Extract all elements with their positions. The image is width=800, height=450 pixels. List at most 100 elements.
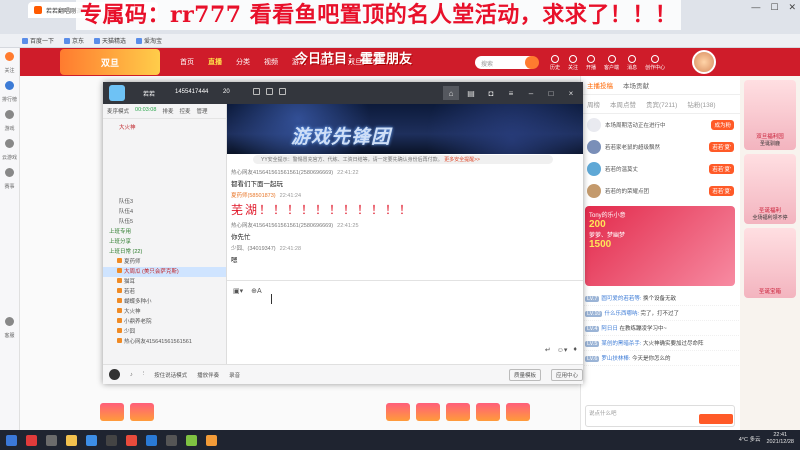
rank-row[interactable]: 本场周期活动正在进行中 成为粉	[581, 114, 740, 136]
gift-item[interactable]	[476, 403, 500, 421]
rank-row[interactable]: 若若家老鼠的超级飘然 若若'夏'	[581, 136, 740, 158]
safety-link[interactable]: 更多安全提醒>>	[444, 157, 480, 163]
channel-user[interactable]: 大周瓜 (美只会萨克斯)	[103, 267, 226, 277]
bookmark-item[interactable]: 百度一下	[22, 36, 54, 45]
app-icon[interactable]	[66, 434, 77, 446]
promo-card[interactable]: 圣诞福利 全场福利领不停	[744, 154, 796, 224]
channel-group[interactable]: 上班分享	[103, 237, 226, 247]
channel-user[interactable]: 少囧	[103, 327, 226, 337]
share-icon[interactable]	[253, 88, 260, 95]
rank-row[interactable]: 若若的的荣耀点团 若若'夏'	[581, 180, 740, 202]
favorite-icon[interactable]	[266, 88, 273, 95]
channel-item[interactable]: 队伍5	[103, 217, 226, 227]
app-icon[interactable]	[186, 434, 197, 446]
gift-banner[interactable]: Tony的乐小意 200 萝萝、梦幽梦 1500	[585, 206, 735, 286]
nav-category[interactable]: 分类	[236, 57, 250, 67]
app-icon[interactable]	[146, 434, 157, 446]
tab-diamond[interactable]: 钻粉(138)	[687, 99, 715, 109]
site-logo[interactable]: 双旦	[60, 49, 160, 75]
bookmark-item[interactable]: 爱淘宝	[136, 36, 162, 45]
creator-icon[interactable]: 创作中心	[645, 55, 665, 71]
weather[interactable]: 4°C 多云	[739, 435, 761, 443]
record-button[interactable]: 录音	[229, 371, 240, 379]
side-nav-service[interactable]: 客服	[4, 333, 14, 339]
gamepad-icon[interactable]: ◘	[483, 86, 499, 100]
close-icon[interactable]: ×	[563, 86, 579, 100]
enter-icon[interactable]: ↵	[545, 346, 551, 354]
broadcast-icon[interactable]: 开播	[586, 55, 596, 71]
send-button[interactable]	[699, 414, 733, 424]
app-icon[interactable]	[46, 434, 57, 446]
history-icon[interactable]: 历史	[550, 55, 560, 71]
channel-group[interactable]: 上班日常 (22)	[103, 247, 226, 257]
channel-user[interactable]: 大火神	[103, 307, 226, 317]
rank-icon[interactable]	[5, 81, 14, 90]
promo-card[interactable]: 圣诞宝箱	[744, 228, 796, 298]
message-icon[interactable]: 消息	[627, 55, 637, 71]
list-icon[interactable]: ▤	[463, 86, 479, 100]
tab-anchor-post[interactable]: 主播投稿	[587, 80, 613, 90]
follow-icon[interactable]: 关注	[568, 55, 578, 71]
home-icon[interactable]: ⌂	[443, 86, 459, 100]
app-icon[interactable]	[206, 434, 217, 446]
channel-item[interactable]: 队伍3	[103, 197, 226, 207]
app-center-button[interactable]: 应用中心	[550, 368, 583, 381]
game-icon[interactable]	[5, 110, 14, 119]
tab-vip[interactable]: 贵宾(7211)	[646, 99, 677, 109]
app-icon[interactable]	[86, 434, 97, 446]
side-nav-follow[interactable]: 关注	[4, 68, 14, 74]
settings-icon[interactable]	[279, 88, 286, 95]
microphone-icon[interactable]	[109, 369, 120, 380]
channel-group[interactable]: 上班专用	[103, 227, 226, 237]
app-icon[interactable]	[106, 434, 117, 446]
tab-contribution[interactable]: 本场贡献	[623, 80, 649, 90]
side-nav-event[interactable]: 赛事	[4, 184, 14, 190]
side-nav-game[interactable]: 游戏	[4, 126, 14, 132]
gift-item[interactable]	[446, 403, 470, 421]
channel-user[interactable]: 蝴蝶多种小	[103, 297, 226, 307]
mic-level-icon[interactable]: ♪	[130, 372, 133, 378]
channel-user[interactable]: 小鼎养老院	[103, 317, 226, 327]
app-icon[interactable]	[26, 434, 37, 446]
search-icon[interactable]	[525, 56, 539, 69]
nav-video[interactable]: 视频	[264, 57, 278, 67]
gift-item[interactable]	[416, 403, 440, 421]
maximize-icon[interactable]: ☐	[770, 2, 778, 13]
message-composer[interactable]: ▣▾ ⊕A ↵ ☺▾ ♦	[227, 280, 583, 360]
app-icon[interactable]	[126, 434, 137, 446]
rank-row[interactable]: 若若的温莫丈 若若'夏'	[581, 158, 740, 180]
equalizer-icon[interactable]: ⫶	[143, 371, 144, 378]
service-icon[interactable]	[5, 317, 14, 326]
minimize-icon[interactable]: —	[751, 2, 760, 13]
font-icon[interactable]: ⊕A	[251, 287, 262, 295]
host-item[interactable]: 大火神	[103, 123, 226, 133]
client-icon[interactable]: 客户端	[604, 55, 619, 71]
emoji-icon[interactable]: ☺▾	[557, 346, 568, 354]
tab-week[interactable]: 周榜	[587, 99, 600, 109]
side-nav-cloud-game[interactable]: 云游戏	[2, 155, 17, 161]
hold-to-talk-button[interactable]: 按住说话模式	[154, 371, 187, 379]
clock[interactable]: 22:41 2021/12/28	[766, 432, 794, 446]
maximize-icon[interactable]: □	[543, 86, 559, 100]
home-icon[interactable]	[5, 52, 14, 61]
gift-item[interactable]	[130, 403, 154, 421]
bookmark-item[interactable]: 京东	[64, 36, 84, 45]
close-icon[interactable]: ✕	[788, 2, 796, 13]
tab-week-like[interactable]: 本周点赞	[610, 99, 636, 109]
channel-item[interactable]: 队伍4	[103, 207, 226, 217]
voice-send-icon[interactable]: ♦	[573, 346, 577, 354]
channel-user[interactable]: 猫耳	[103, 277, 226, 287]
quality-template-button[interactable]: 质量模板	[508, 368, 541, 381]
bookmark-item[interactable]: 天猫精选	[94, 36, 126, 45]
nav-home[interactable]: 首页	[180, 57, 194, 67]
channel-user[interactable]: 若若	[103, 287, 226, 297]
minimize-icon[interactable]: –	[523, 86, 539, 100]
channel-user[interactable]: 夏药师	[103, 257, 226, 267]
gift-item[interactable]	[100, 403, 124, 421]
gift-item[interactable]	[506, 403, 530, 421]
play-accompaniment-button[interactable]: 播放伴奏	[197, 371, 219, 379]
trophy-icon[interactable]	[5, 168, 14, 177]
start-icon[interactable]	[6, 434, 17, 446]
menu-icon[interactable]: ≡	[503, 86, 519, 100]
cloud-game-icon[interactable]	[5, 139, 14, 148]
